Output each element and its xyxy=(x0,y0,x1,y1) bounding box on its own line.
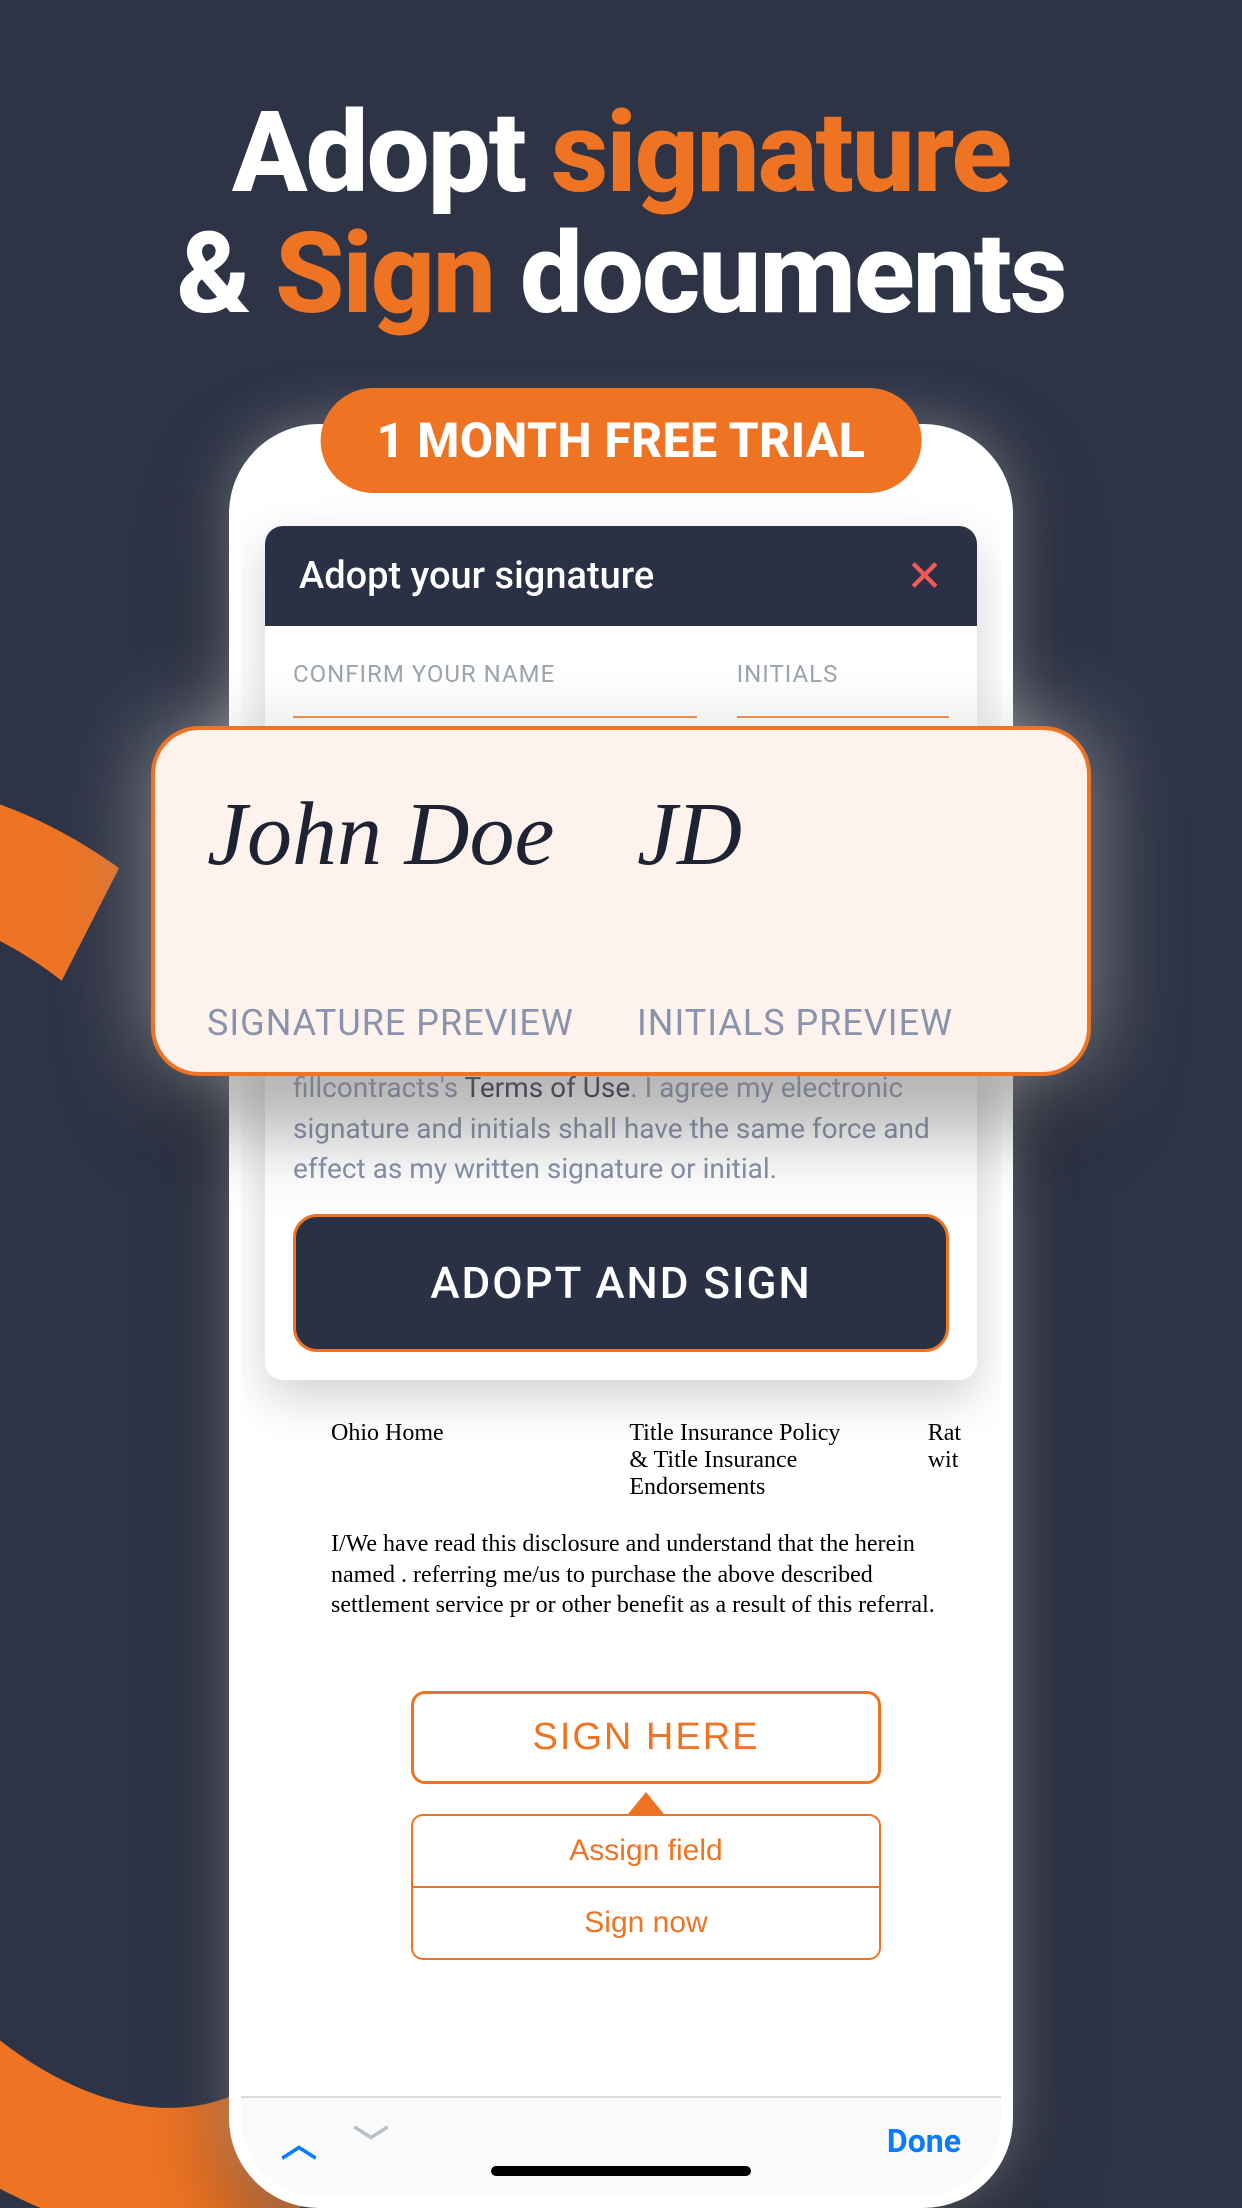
adopt-title: Adopt your signature xyxy=(299,554,654,598)
signature-preview-label: SIGNATURE PREVIEW xyxy=(207,1002,605,1044)
free-trial-badge: 1 MONTH FREE TRIAL xyxy=(321,388,922,493)
next-field-icon[interactable]: ﹀ xyxy=(353,2115,389,2167)
doc-paragraph: I/We have read this disclosure and under… xyxy=(331,1529,961,1621)
assign-field-option[interactable]: Assign field xyxy=(413,1816,879,1886)
caret-up-icon xyxy=(628,1792,664,1814)
home-indicator xyxy=(491,2166,751,2176)
doc-col-c: Rat wit xyxy=(928,1420,961,1501)
sign-dropdown: Assign field Sign now xyxy=(411,1814,881,1960)
headline-text: & xyxy=(177,209,275,340)
headline: Adopt signature & Sign documents xyxy=(0,94,1242,336)
initials-field[interactable]: INITIALS xyxy=(737,660,949,718)
adopt-button-label: ADOPT AND SIGN xyxy=(430,1257,811,1309)
initials-preview-label: INITIALS PREVIEW xyxy=(637,1002,1035,1044)
free-trial-label: 1 MONTH FREE TRIAL xyxy=(377,412,866,469)
doc-col-a: Ohio Home xyxy=(331,1420,569,1501)
sign-here-label: SIGN HERE xyxy=(532,1716,759,1758)
close-icon[interactable]: ✕ xyxy=(906,554,943,598)
adopt-header: Adopt your signature ✕ xyxy=(265,526,977,626)
headline-accent: Sign xyxy=(275,209,494,340)
confirm-name-field[interactable]: CONFIRM YOUR NAME xyxy=(293,660,697,718)
keyboard-accessory-bar: ︿ ﹀ Done xyxy=(241,2096,1001,2196)
done-button[interactable]: Done xyxy=(887,2122,961,2160)
sign-now-option[interactable]: Sign now xyxy=(413,1886,879,1958)
initials-preview-value: JD xyxy=(637,770,1035,880)
headline-accent: signature xyxy=(551,88,1010,219)
prev-field-icon[interactable]: ︿ xyxy=(281,2115,317,2167)
sign-here-button[interactable]: SIGN HERE xyxy=(411,1691,881,1784)
signature-preview-value: John Doe xyxy=(207,770,605,880)
phone-frame: Adopt your signature ✕ CONFIRM YOUR NAME… xyxy=(229,424,1013,2208)
headline-text: Adopt xyxy=(232,88,551,219)
consent-text: fillcontracts's Terms of Use. I agree my… xyxy=(265,1068,977,1190)
phone-screen: Adopt your signature ✕ CONFIRM YOUR NAME… xyxy=(241,436,1001,2196)
adopt-and-sign-button[interactable]: ADOPT AND SIGN xyxy=(293,1214,949,1352)
doc-col-b: Title Insurance Policy & Title Insurance… xyxy=(629,1420,867,1501)
document-preview: Ohio Home Title Insurance Policy & Title… xyxy=(241,1392,1001,2096)
headline-text: documents xyxy=(494,209,1066,340)
signature-preview-callout: John Doe SIGNATURE PREVIEW JD INITIALS P… xyxy=(151,726,1091,1076)
